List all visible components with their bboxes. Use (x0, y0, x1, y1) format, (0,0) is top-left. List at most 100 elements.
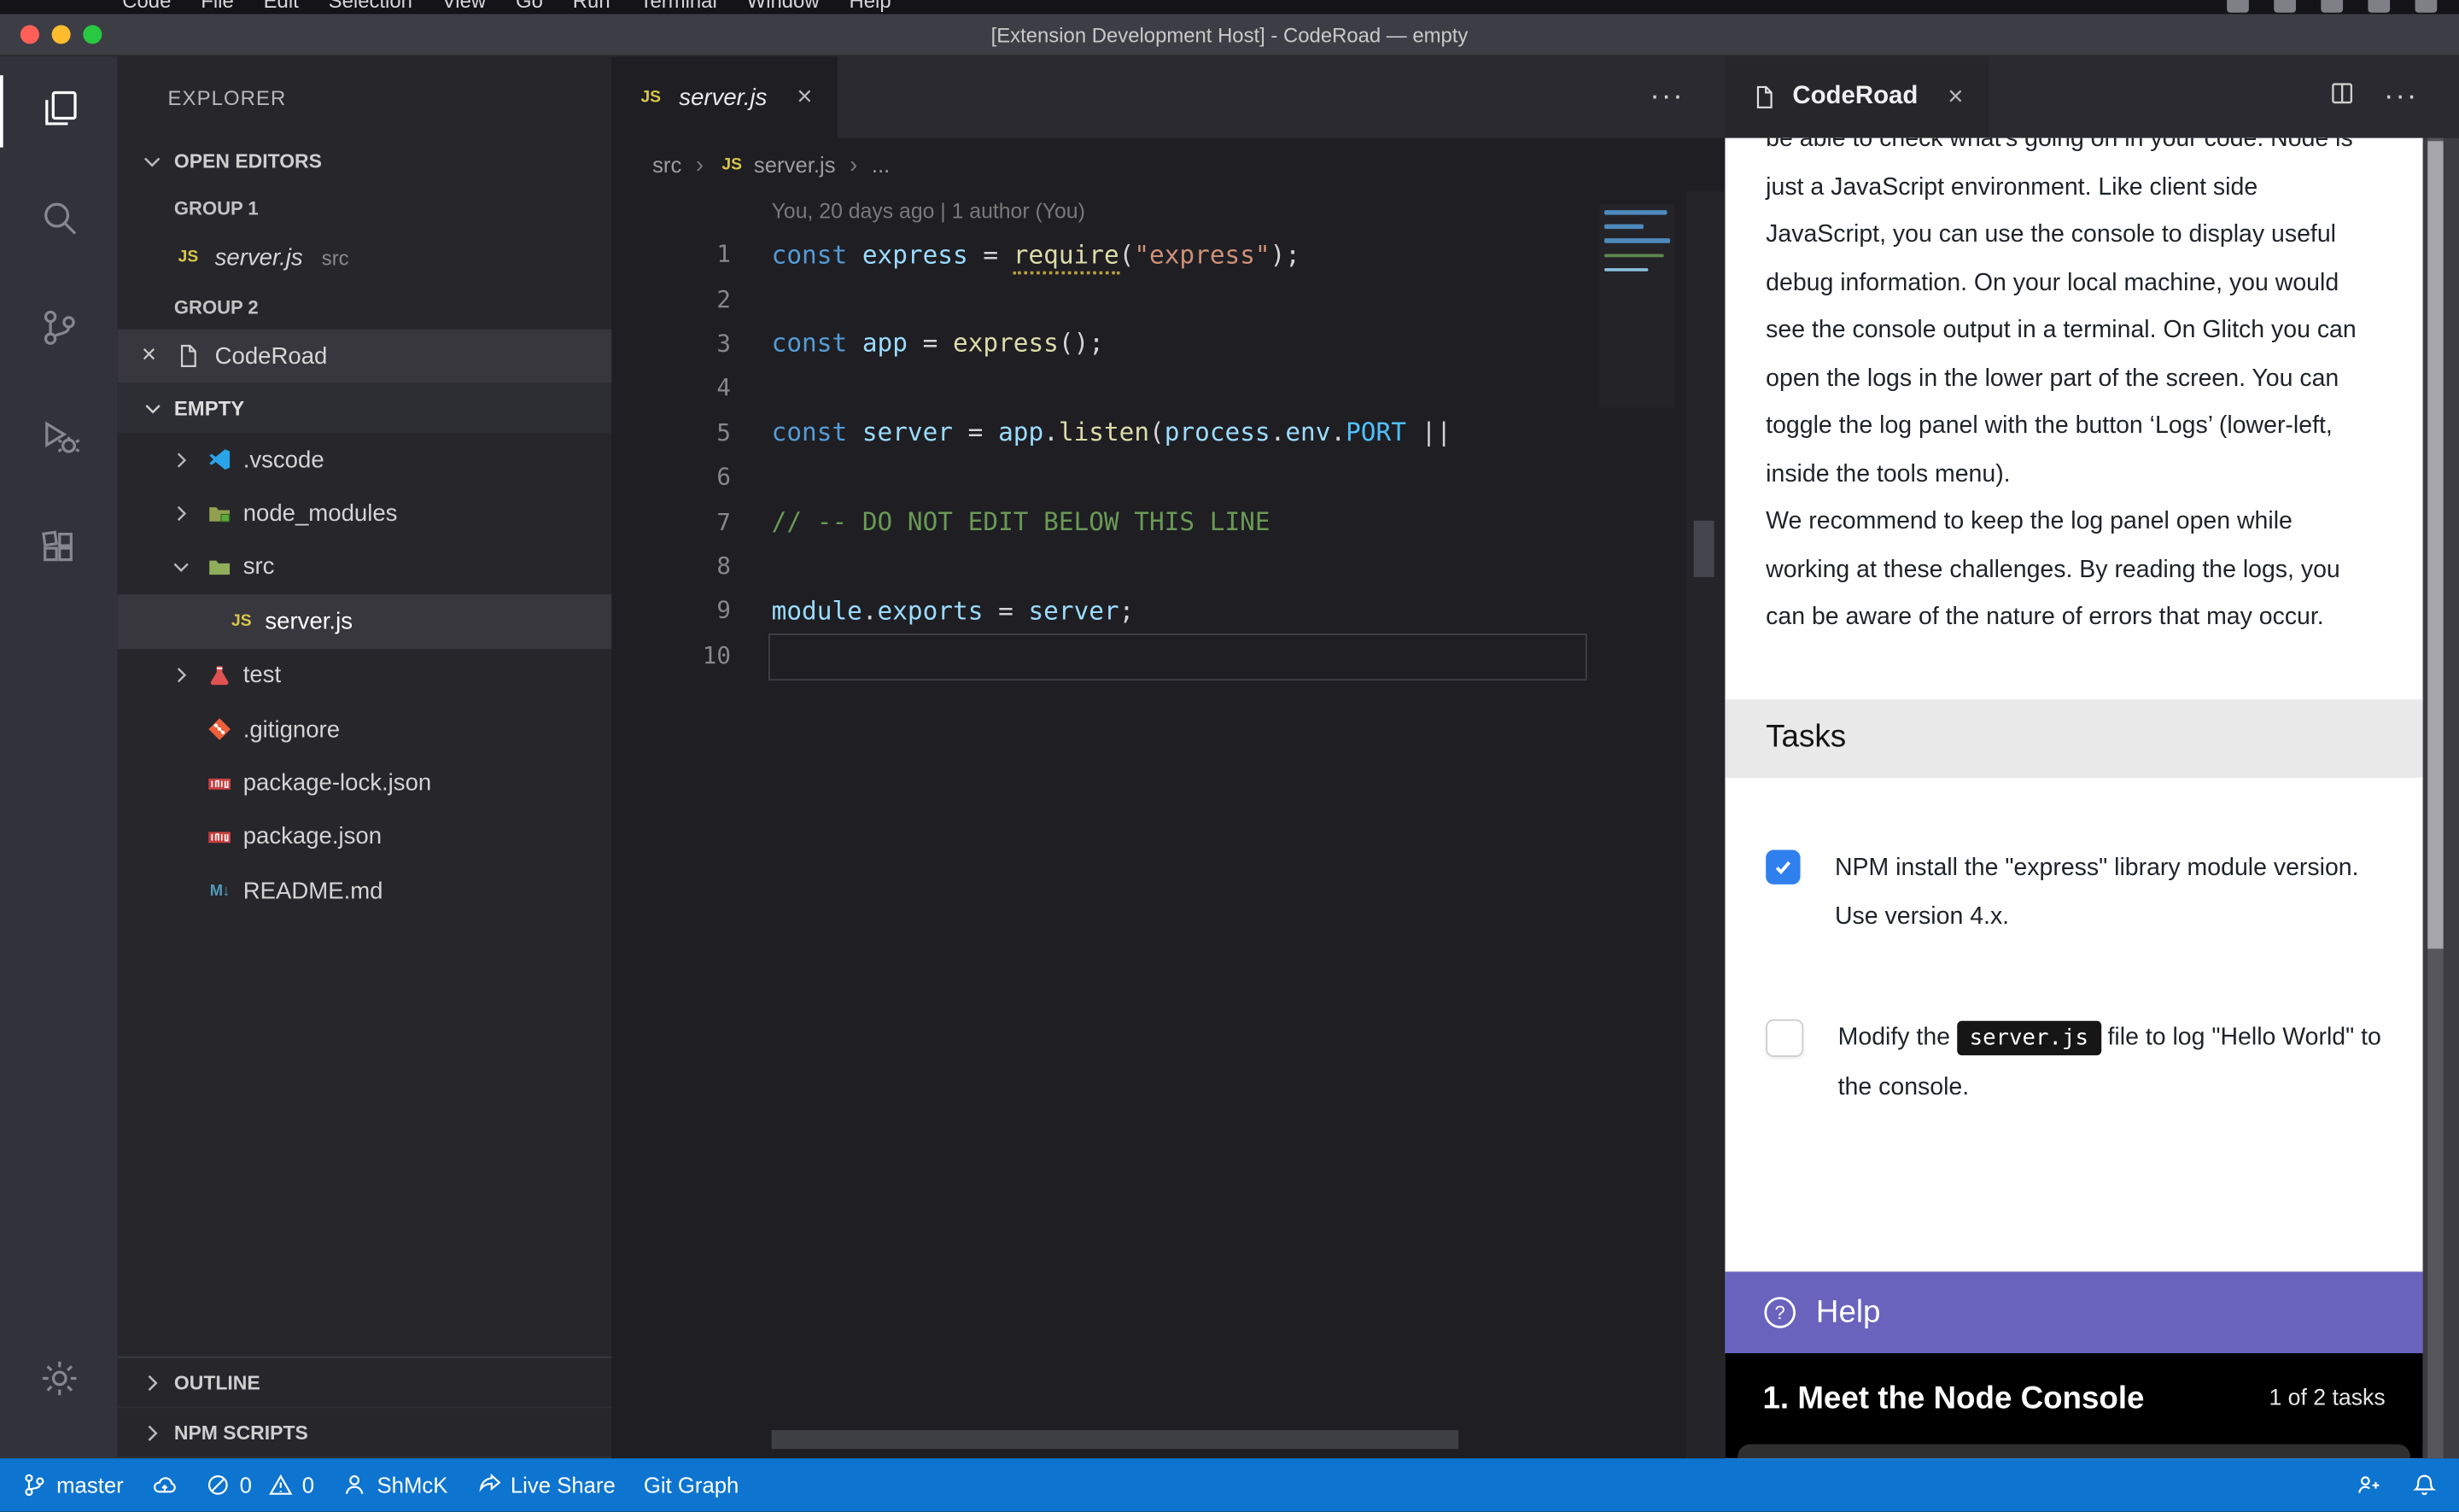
section-npm-scripts[interactable]: NPM SCRIPTS (118, 1408, 612, 1458)
status-0[interactable]: 0 (267, 1473, 314, 1497)
workspace-section-header[interactable]: EMPTY (118, 382, 612, 433)
question-circle-icon: ? (1762, 1295, 1796, 1329)
close-editor-icon[interactable]: × (137, 343, 161, 368)
tree-item-label: src (243, 554, 275, 581)
activity-item-search[interactable] (0, 166, 118, 277)
tree-item-test[interactable]: test (118, 649, 612, 703)
section-label: NPM SCRIPTS (174, 1422, 308, 1444)
status-live-share[interactable]: Live Share (476, 1473, 615, 1497)
task-checkbox[interactable] (1766, 1019, 1803, 1056)
close-tab-icon[interactable]: × (1948, 82, 1963, 114)
coderoad-panel: CodeRoad × ··· be able to check what's g… (1725, 56, 2459, 1458)
minimize-window-button[interactable] (52, 25, 71, 44)
help-label: Help (1816, 1294, 1881, 1330)
tree-item-package-lock-json[interactable]: package-lock.json (118, 756, 612, 810)
tree-item-src[interactable]: src (118, 540, 612, 594)
webview-scrollbar[interactable] (2423, 138, 2459, 1459)
tree-item-node_modules[interactable]: node_modules (118, 487, 612, 540)
coderoad-footer: ? Help 1. Meet the Node Console 1 of 2 t… (1725, 1272, 2422, 1459)
code-line-2[interactable]: 2 (611, 277, 1685, 321)
line-text: // -- DO NOT EDIT BELOW THIS LINE (772, 506, 1270, 536)
menu-help[interactable]: Help (850, 0, 891, 12)
menu-selection[interactable]: Selection (329, 0, 412, 12)
maximize-window-button[interactable] (83, 25, 102, 44)
chevron-right-icon (165, 501, 196, 526)
open-editor-item-server-js[interactable]: JSserver.jssrc (118, 231, 612, 283)
line-text: const express = require("express"); (772, 239, 1300, 269)
editor-actions-more-icon[interactable]: ··· (1650, 80, 1684, 114)
code-line-9[interactable]: 9module.exports = server; (611, 588, 1685, 633)
open-editors-group-label: GROUP 2 (118, 283, 612, 329)
scrollbar-thumb[interactable] (1694, 521, 1714, 577)
menu-go[interactable]: Go (516, 0, 543, 12)
code-line-7[interactable]: 7// -- DO NOT EDIT BELOW THIS LINE (611, 499, 1685, 544)
chevron-placeholder (165, 771, 196, 796)
code-line-6[interactable]: 6 (611, 455, 1685, 499)
status-master[interactable]: master (22, 1473, 124, 1497)
editor-item-label: server.js (215, 244, 303, 271)
activity-bar (0, 56, 118, 1458)
menu-file[interactable]: File (201, 0, 233, 12)
close-tab-icon[interactable]: × (797, 82, 812, 114)
status-feedback[interactable] (2356, 1473, 2380, 1497)
activity-item-source-control[interactable] (0, 276, 118, 386)
tree-item-server-js[interactable]: JSserver.js (118, 594, 612, 648)
tree-item-label: .gitignore (243, 716, 340, 743)
activity-item-extensions[interactable] (0, 495, 118, 605)
tree-item-package-json[interactable]: package.json (118, 810, 612, 864)
tab-coderoad[interactable]: CodeRoad × (1725, 56, 1988, 138)
close-window-button[interactable] (20, 25, 39, 44)
status-cloud[interactable] (152, 1473, 177, 1497)
activity-item-run-debug[interactable] (0, 386, 118, 496)
menu-window[interactable]: Window (747, 0, 820, 12)
breadcrumb-item-server-js[interactable]: JSserver.js (718, 151, 836, 178)
help-section-header[interactable]: ? Help (1725, 1272, 2422, 1354)
code-line-4[interactable]: 4 (611, 365, 1685, 410)
code-line-3[interactable]: 3const app = express(); (611, 321, 1685, 365)
menu-edit[interactable]: Edit (264, 0, 299, 12)
extensions-icon (37, 524, 80, 576)
open-editor-item-coderoad[interactable]: ×CodeRoad (118, 330, 612, 382)
activity-item-settings[interactable] (0, 1327, 118, 1437)
code-line-1[interactable]: 1const express = require("express"); (611, 232, 1685, 277)
editor-horizontal-scrollbar[interactable] (772, 1430, 1458, 1449)
minimap-line (1604, 225, 1644, 229)
section-outline[interactable]: OUTLINE (118, 1358, 612, 1409)
explorer-sidebar: EXPLORER OPEN EDITORS GROUP 1JSserver.js… (118, 56, 612, 1458)
tree-item--vscode[interactable]: .vscode (118, 433, 612, 487)
lesson-paragraph: We recommend to keep the log panel open … (1766, 499, 2382, 642)
code-line-5[interactable]: 5const server = app.listen(process.env.P… (611, 410, 1685, 454)
editor-vertical-scrollbar[interactable] (1685, 191, 1725, 1458)
menu-code[interactable]: Code (122, 0, 171, 12)
panel-tab-bar: CodeRoad × ··· (1725, 56, 2459, 138)
task-checkbox[interactable] (1766, 849, 1800, 884)
gitlens-blame-annotation: You, 20 days ago | 1 author (You) (772, 199, 1085, 223)
breadcrumb-item-src[interactable]: src (652, 152, 681, 177)
activity-item-explorer[interactable] (0, 56, 118, 166)
menu-view[interactable]: View (442, 0, 486, 12)
tree-item-label: test (243, 663, 281, 689)
panel-more-actions-icon[interactable]: ··· (2384, 80, 2418, 114)
tree-item--gitignore[interactable]: .gitignore (118, 703, 612, 756)
status-bell[interactable] (2412, 1473, 2437, 1497)
scrollbar-thumb[interactable] (2427, 141, 2443, 949)
code-editor[interactable]: You, 20 days ago | 1 author (You) 1const… (611, 191, 1725, 1458)
minimap-line (1604, 239, 1670, 243)
minimap[interactable] (1599, 204, 1674, 408)
test-icon (206, 663, 234, 689)
tray-icon (2415, 0, 2438, 13)
breadcrumb-item--[interactable]: ... (872, 152, 890, 177)
status-0[interactable]: 0 (205, 1473, 252, 1497)
lesson-progress-bar: 1. Meet the Node Console 1 of 2 tasks (1725, 1353, 2422, 1445)
status-shmck[interactable]: ShMcK (342, 1473, 447, 1497)
tree-item-readme-md[interactable]: M↓README.md (118, 864, 612, 918)
settings-icon (37, 1356, 80, 1408)
menu-terminal[interactable]: Terminal (640, 0, 717, 12)
split-editor-icon[interactable] (2329, 80, 2356, 114)
open-editors-header[interactable]: OPEN EDITORS (118, 138, 612, 185)
menu-run[interactable]: Run (573, 0, 610, 12)
code-line-8[interactable]: 8 (611, 544, 1685, 588)
menu-items: Code File Edit Selection View Go Run Terminal Wi… (0, 0, 2459, 15)
status-git-graph[interactable]: Git Graph (644, 1473, 739, 1497)
tab-server-js[interactable]: JS server.js × (611, 56, 838, 138)
